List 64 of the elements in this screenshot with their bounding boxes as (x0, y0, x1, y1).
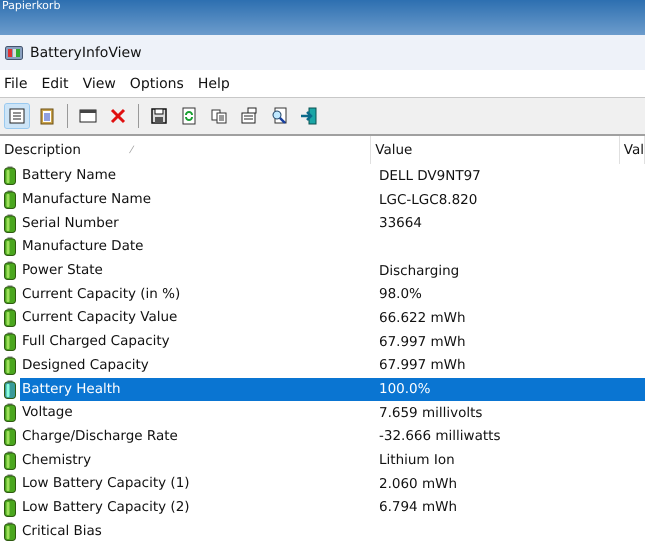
battery-icon (4, 284, 16, 304)
row-value: 67.997 mWh (379, 334, 466, 350)
battery-icon (4, 308, 16, 328)
selected-row-highlight[interactable]: Battery Health 100.0% (20, 378, 645, 401)
document-stack-icon (239, 106, 259, 126)
row-label[interactable]: Current Capacity Value (22, 309, 178, 326)
delete-icon (108, 106, 128, 126)
row-label[interactable]: Power State (22, 262, 103, 280)
row-value: 33664 (379, 215, 422, 232)
row-label[interactable]: Serial Number (22, 214, 119, 232)
row-value: 6.794 mWh (379, 499, 457, 516)
row-label[interactable]: Chemistry (22, 452, 92, 469)
menu-item[interactable]: File (2, 76, 36, 92)
row-label[interactable]: Battery Health (22, 380, 121, 398)
menu-item[interactable]: Edit (39, 76, 77, 92)
menu-item[interactable]: View (80, 76, 124, 92)
row-label[interactable]: Battery Name (22, 167, 116, 184)
menu-item[interactable]: Help (196, 76, 238, 92)
row-label[interactable]: Manufacture Date (22, 238, 144, 256)
battery-icon (4, 522, 16, 541)
row-value: 98.0% (379, 286, 422, 302)
battery-icon (4, 237, 16, 256)
row-value: DELL DV9NT97 (379, 168, 481, 184)
row-label[interactable]: Critical Bias (22, 522, 102, 540)
row-label[interactable]: Low Battery Capacity (2) (22, 498, 190, 516)
battery-icon (4, 214, 16, 233)
row-value: 100.0% (379, 381, 430, 398)
battery-icon (4, 498, 16, 517)
exit-door-icon (299, 106, 319, 126)
row-label[interactable]: Voltage (22, 404, 73, 422)
row-value: -32.666 milliwatts (379, 428, 500, 444)
battery-app-icon (5, 46, 23, 60)
sort-indicator: ⁄ (130, 144, 133, 156)
column-header[interactable]: Value (371, 136, 620, 164)
row-value: Lithium Ion (379, 452, 455, 468)
window-title: BatteryInfoView (30, 44, 142, 60)
battery-icon (4, 426, 16, 446)
battery-icon (4, 356, 16, 375)
document-icon (7, 106, 27, 126)
row-value: LGC-LGC8.820 (379, 192, 478, 208)
battery-icon (4, 190, 16, 210)
row-value: 7.659 millivolts (379, 404, 482, 421)
row-label[interactable]: Current Capacity (in %) (22, 286, 180, 303)
battery-icon (4, 403, 16, 422)
battery-icon (4, 450, 16, 470)
row-label[interactable]: Full Charged Capacity (22, 333, 170, 350)
row-value: Discharging (379, 262, 460, 279)
battery-icon (4, 261, 16, 280)
column-header[interactable]: Description ⁄ (0, 136, 372, 164)
desktop-icon-label[interactable]: Papierkorb (2, 0, 60, 12)
row-value: 67.997 mWh (379, 357, 466, 374)
properties-toolbar-button[interactable] (4, 103, 30, 129)
battery-icon (4, 166, 16, 186)
row-label[interactable]: Charge/Discharge Rate (22, 428, 178, 445)
menu-item[interactable]: Options (128, 76, 192, 92)
row-value: 66.622 mWh (379, 310, 466, 326)
row-value: 2.060 mWh (379, 476, 457, 492)
battery-icon (4, 380, 16, 399)
column-header[interactable]: Val (620, 136, 645, 164)
battery-icon (4, 332, 16, 352)
row-label[interactable]: Low Battery Capacity (1) (22, 475, 190, 492)
row-label[interactable]: Designed Capacity (22, 356, 149, 374)
row-label[interactable]: Manufacture Name (22, 191, 152, 208)
battery-icon (4, 474, 16, 494)
